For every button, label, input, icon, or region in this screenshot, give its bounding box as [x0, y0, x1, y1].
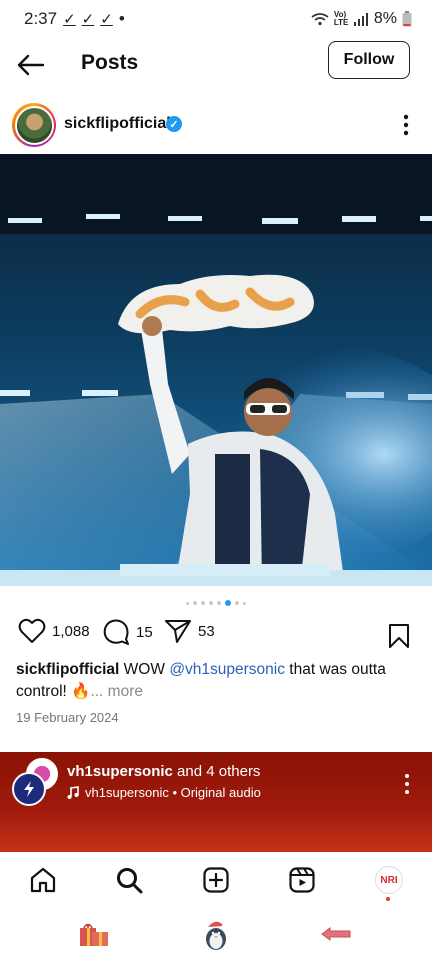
- author-username[interactable]: sickflipofficial: [64, 115, 171, 133]
- more-vertical-icon: [405, 774, 409, 794]
- status-bar: 2:37 ✓ ✓ ✓ • Vo) LTE 8%: [0, 0, 432, 38]
- arrow-back-icon: [321, 927, 351, 941]
- search-icon: [117, 868, 143, 894]
- share-button[interactable]: 53: [164, 618, 215, 644]
- nav-reels[interactable]: [286, 864, 318, 896]
- heart-icon: [18, 618, 46, 643]
- audio-banner[interactable]: vh1supersonic and 4 others vh1supersonic…: [0, 752, 432, 852]
- save-button[interactable]: [386, 623, 412, 654]
- reels-icon: [289, 867, 315, 893]
- caption-more-link[interactable]: ... more: [90, 683, 143, 700]
- home-button[interactable]: [198, 916, 234, 952]
- post-photo[interactable]: [0, 154, 432, 586]
- carousel-dot: [243, 601, 246, 605]
- status-left: 2:37 ✓ ✓ ✓ •: [24, 9, 125, 29]
- story-ring[interactable]: [12, 103, 56, 147]
- back-button[interactable]: [14, 50, 48, 80]
- plus-square-icon: [203, 867, 229, 893]
- home-icon: [30, 867, 56, 893]
- caption-text-1: WOW: [119, 661, 170, 678]
- post-actions: 1,088 15 53: [0, 618, 432, 654]
- battery-icon: [402, 11, 412, 27]
- follow-button[interactable]: Follow: [328, 41, 410, 79]
- check-icon: ✓: [100, 11, 113, 28]
- carousel-dot: [235, 601, 239, 605]
- back-system-button[interactable]: [318, 916, 354, 952]
- shares-count: 53: [198, 622, 215, 640]
- audio-account: vh1supersonic: [67, 763, 173, 780]
- arrow-left-icon: [17, 54, 45, 76]
- bottom-nav: NRI: [0, 852, 432, 908]
- carousel-dot: [193, 601, 197, 605]
- audio-subtitle: vh1supersonic • Original audio: [85, 785, 261, 800]
- network-label: Vo) LTE: [333, 10, 349, 27]
- status-right: Vo) LTE 8%: [311, 10, 412, 28]
- carousel-dot: [201, 601, 205, 605]
- nav-create[interactable]: [200, 864, 232, 896]
- audio-others: and 4 others: [172, 763, 261, 780]
- nav-profile[interactable]: NRI: [373, 864, 405, 901]
- post-options-button[interactable]: [396, 112, 416, 138]
- vh1supersonic-avatar: [12, 772, 46, 806]
- status-time: 2:37: [24, 9, 58, 28]
- system-nav-bar: [0, 908, 432, 960]
- likes-count: 1,088: [52, 622, 90, 640]
- wifi-icon: [311, 13, 329, 26]
- avatar: [14, 105, 54, 145]
- header: Posts Follow: [0, 38, 432, 92]
- dj-concert-image: [0, 154, 432, 586]
- gift-icon: [80, 923, 108, 946]
- nav-home[interactable]: [27, 864, 59, 896]
- page-title: Posts: [81, 51, 139, 74]
- profile-avatar: NRI: [375, 866, 403, 894]
- carousel-dot: [209, 601, 213, 605]
- penguin-santa-icon: [206, 921, 226, 950]
- comment-icon: [103, 619, 129, 645]
- bookmark-icon: [389, 624, 409, 648]
- lightning-icon: [24, 781, 34, 797]
- notification-dot: •: [118, 9, 125, 28]
- post-caption: sickflipofficial WOW @vh1supersonic that…: [16, 659, 416, 703]
- audio-avatars: [12, 758, 60, 806]
- recents-button[interactable]: [76, 916, 112, 952]
- audio-track[interactable]: vh1supersonic • Original audio: [67, 785, 261, 800]
- send-icon: [165, 620, 191, 643]
- music-note-icon: [67, 785, 79, 799]
- comments-count: 15: [136, 623, 153, 641]
- comment-button[interactable]: 15: [102, 618, 153, 646]
- verified-badge-icon: ✓: [166, 116, 182, 132]
- check-icon: ✓: [63, 11, 76, 28]
- more-vertical-icon: [403, 114, 409, 136]
- caption-username[interactable]: sickflipofficial: [16, 661, 119, 678]
- like-button[interactable]: 1,088: [18, 618, 90, 644]
- carousel-dot-active: [225, 600, 231, 606]
- caption-mention[interactable]: @vh1supersonic: [169, 661, 285, 678]
- nav-search[interactable]: [113, 864, 145, 896]
- notification-dot: [386, 897, 390, 901]
- check-icon: ✓: [81, 11, 95, 28]
- signal-icon: [353, 12, 368, 26]
- carousel-indicator: [0, 598, 432, 608]
- battery-percent: 8%: [373, 10, 397, 27]
- carousel-dot: [217, 601, 221, 605]
- post-author-row: sickflipofficial ✓: [0, 100, 432, 150]
- carousel-dot: [186, 601, 189, 605]
- audio-options-button[interactable]: [400, 772, 414, 796]
- post-date: 19 February 2024: [16, 710, 119, 725]
- audio-collab-title[interactable]: vh1supersonic and 4 others: [67, 763, 260, 780]
